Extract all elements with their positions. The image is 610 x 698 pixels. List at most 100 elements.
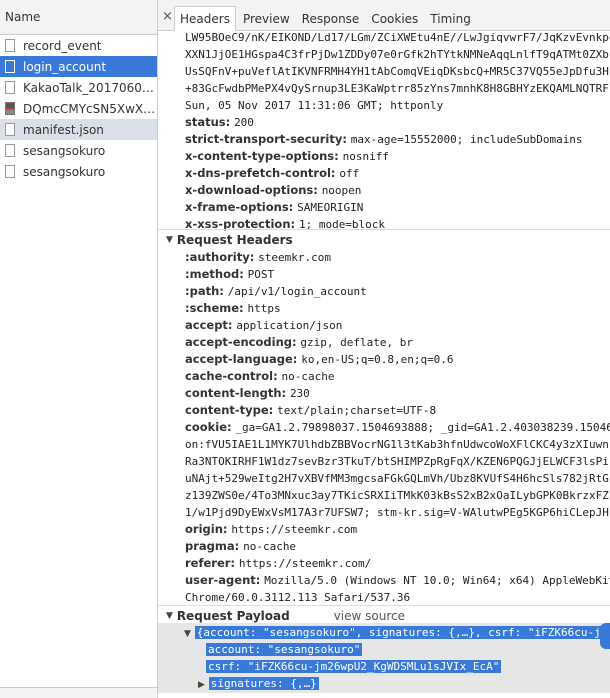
header-key: x-download-options: — [185, 183, 318, 197]
header-key: content-length: — [185, 386, 287, 400]
request-row[interactable]: record_event — [0, 35, 157, 56]
header-row: strict-transport-security: max-age=15552… — [185, 131, 583, 148]
header-value: text/plain;charset=UTF-8 — [277, 404, 437, 417]
header-value: no-cache — [281, 370, 335, 383]
request-name: manifest.json — [23, 122, 104, 137]
payload-signatures-value: {,…} — [290, 677, 317, 690]
request-list-panel: Name record_event login_account KakaoTalk_… — [0, 0, 158, 698]
header-key: accept: — [185, 318, 233, 332]
header-value: application/json — [236, 319, 343, 332]
view-source-link[interactable]: view source — [334, 609, 405, 623]
request-row[interactable]: KakaoTalk_20170603_... — [0, 77, 157, 98]
document-icon — [5, 123, 15, 136]
header-value: no-cache — [243, 540, 297, 553]
header-value-text: uNAjt+529weItg2H7vXBVfMM3mgcsaFGkGQLmVh/… — [185, 472, 609, 485]
payload-csrf-row: csrf: "iFZK66cu-jm26wpU2_KgWDSMLu1sJVIx_… — [206, 658, 502, 675]
header-row: user-agent: Mozilla/5.0 (Windows NT 10.0… — [185, 572, 610, 589]
header-value-text: Chrome/60.0.3112.113 Safari/537.36 — [185, 591, 411, 604]
request-headers-section-header[interactable]: ▼ Request Headers — [158, 229, 610, 249]
header-value: 200 — [234, 116, 254, 129]
header-row: pragma: no-cache — [185, 538, 296, 555]
expand-triangle-icon: ▼ — [184, 629, 191, 639]
document-icon — [5, 81, 15, 94]
request-row[interactable]: sesangsokuro — [0, 140, 157, 161]
header-key: x-content-type-options: — [185, 149, 339, 163]
header-value: off — [339, 167, 360, 180]
header-key: x-dns-prefetch-control: — [185, 166, 336, 180]
header-key: pragma: — [185, 539, 240, 553]
header-value: gzip, deflate, br — [300, 336, 414, 349]
document-icon — [5, 60, 15, 73]
tab-timing[interactable]: Timing — [425, 8, 476, 30]
header-value-text: XXN1JjOE1HGspa4C3frPjDw1ZDDy07e0rGfk2hTY… — [185, 48, 609, 61]
header-row: x-frame-options: SAMEORIGIN — [185, 199, 363, 216]
image-icon — [5, 102, 15, 115]
payload-signatures-row[interactable]: ▶ signatures: {,…} — [198, 675, 319, 692]
header-value-continuation: z139ZWS0e/4To3MNxuc3ay7TKicSRXIiTMkK03kB… — [185, 487, 609, 504]
tab-preview[interactable]: Preview — [238, 8, 295, 30]
tab-cookies[interactable]: Cookies — [366, 8, 423, 30]
request-row[interactable]: login_account — [0, 56, 157, 77]
header-key: x-frame-options: — [185, 200, 294, 214]
header-value-continuation: uNAjt+529weItg2H7vXBVfMM3mgcsaFGkGQLmVh/… — [185, 470, 609, 487]
header-value-continuation: Sun, 05 Nov 2017 11:31:06 GMT; httponly — [185, 97, 443, 114]
request-name: sesangsokuro — [23, 143, 106, 158]
request-name: KakaoTalk_20170603_... — [23, 80, 157, 95]
request-row[interactable]: manifest.json — [0, 119, 157, 140]
payload-signatures-key: signatures: — [210, 677, 284, 690]
collapse-triangle-icon: ▼ — [166, 234, 173, 245]
header-key: :scheme: — [185, 301, 244, 315]
header-value: https://steemkr.com/ — [238, 557, 372, 570]
header-value: steemkr.com — [258, 251, 332, 264]
header-key: status: — [185, 115, 231, 129]
header-value: _ga=GA1.2.79898037.1504693888; _gid=GA1.… — [235, 421, 610, 434]
request-name: record_event — [23, 38, 102, 53]
request-payload-section-header[interactable]: ▼ Request Payload view source — [158, 605, 610, 625]
header-key: cookie: — [185, 420, 232, 434]
tab-response[interactable]: Response — [297, 8, 365, 30]
header-key: accept-language: — [185, 352, 298, 366]
close-icon[interactable]: × — [162, 9, 173, 24]
payload-csrf-value: "iFZK66cu-jm26wpU2_KgWDSMLu1sJVIx_EcA" — [247, 660, 500, 673]
tab-headers[interactable]: Headers — [174, 6, 236, 31]
header-row: :method: POST — [185, 266, 274, 283]
header-key: referer: — [185, 556, 236, 570]
details-tab-bar: × Headers Preview Response Cookies Timin… — [158, 0, 610, 31]
header-value: Mozilla/5.0 (Windows NT 10.0; Win64; x64… — [264, 574, 610, 587]
header-row: cache-control: no-cache — [185, 368, 334, 385]
request-row[interactable]: sesangsokuro — [0, 161, 157, 182]
header-key: cache-control: — [185, 369, 278, 383]
request-name: login_account — [23, 59, 107, 74]
request-name: DQmcCMYcSN5XwXK... — [23, 101, 157, 116]
header-value: SAMEORIGIN — [297, 201, 364, 214]
header-value: max-age=15552000; includeSubDomains — [350, 133, 583, 146]
header-value-continuation: on:fVU5IAE1L1MYK7UlhdbZBBVocrNG1l3tKab3h… — [185, 436, 609, 453]
payload-csrf-key: csrf: — [208, 660, 242, 673]
header-value-continuation: XXN1JjOE1HGspa4C3frPjDw1ZDDy07e0rGfk2hTY… — [185, 46, 609, 63]
header-value: https — [247, 302, 281, 315]
header-row: cookie: _ga=GA1.2.79898037.1504693888; _… — [185, 419, 610, 436]
document-icon — [5, 165, 15, 178]
headers-content[interactable]: LW95BOeC9/nK/EIKOND/Ld17/LGm/ZCiXWEtu4nE… — [158, 31, 610, 698]
header-key: content-type: — [185, 403, 274, 417]
request-list-footer — [0, 687, 157, 698]
header-key: :authority: — [185, 250, 255, 264]
document-icon — [5, 144, 15, 157]
header-key: user-agent: — [185, 573, 261, 587]
scroll-handle[interactable] — [600, 623, 610, 649]
header-row: content-type: text/plain;charset=UTF-8 — [185, 402, 436, 419]
header-row: :scheme: https — [185, 300, 281, 317]
header-row: :authority: steemkr.com — [185, 249, 331, 266]
header-value-continuation: Chrome/60.0.3112.113 Safari/537.36 — [185, 589, 410, 606]
header-value-text: z139ZWS0e/4To3MNxuc3ay7TKicSRXIiTMkK03kB… — [185, 489, 609, 502]
request-row[interactable]: DQmcCMYcSN5XwXK... — [0, 98, 157, 119]
header-row: x-download-options: noopen — [185, 182, 361, 199]
expand-triangle-right-icon: ▶ — [198, 680, 205, 690]
header-row: origin: https://steemkr.com — [185, 521, 357, 538]
header-key: strict-transport-security: — [185, 132, 347, 146]
payload-root-row[interactable]: ▼ {account: "sesangsokuro", signatures: … — [184, 624, 603, 641]
header-value-continuation: +83GcFwdbPMePX4vQySrnup3LE3KaWptrr85zYns… — [185, 80, 609, 97]
header-key: :path: — [185, 284, 224, 298]
name-column-header[interactable]: Name — [0, 0, 157, 35]
payload-account-key: account: — [208, 643, 261, 656]
